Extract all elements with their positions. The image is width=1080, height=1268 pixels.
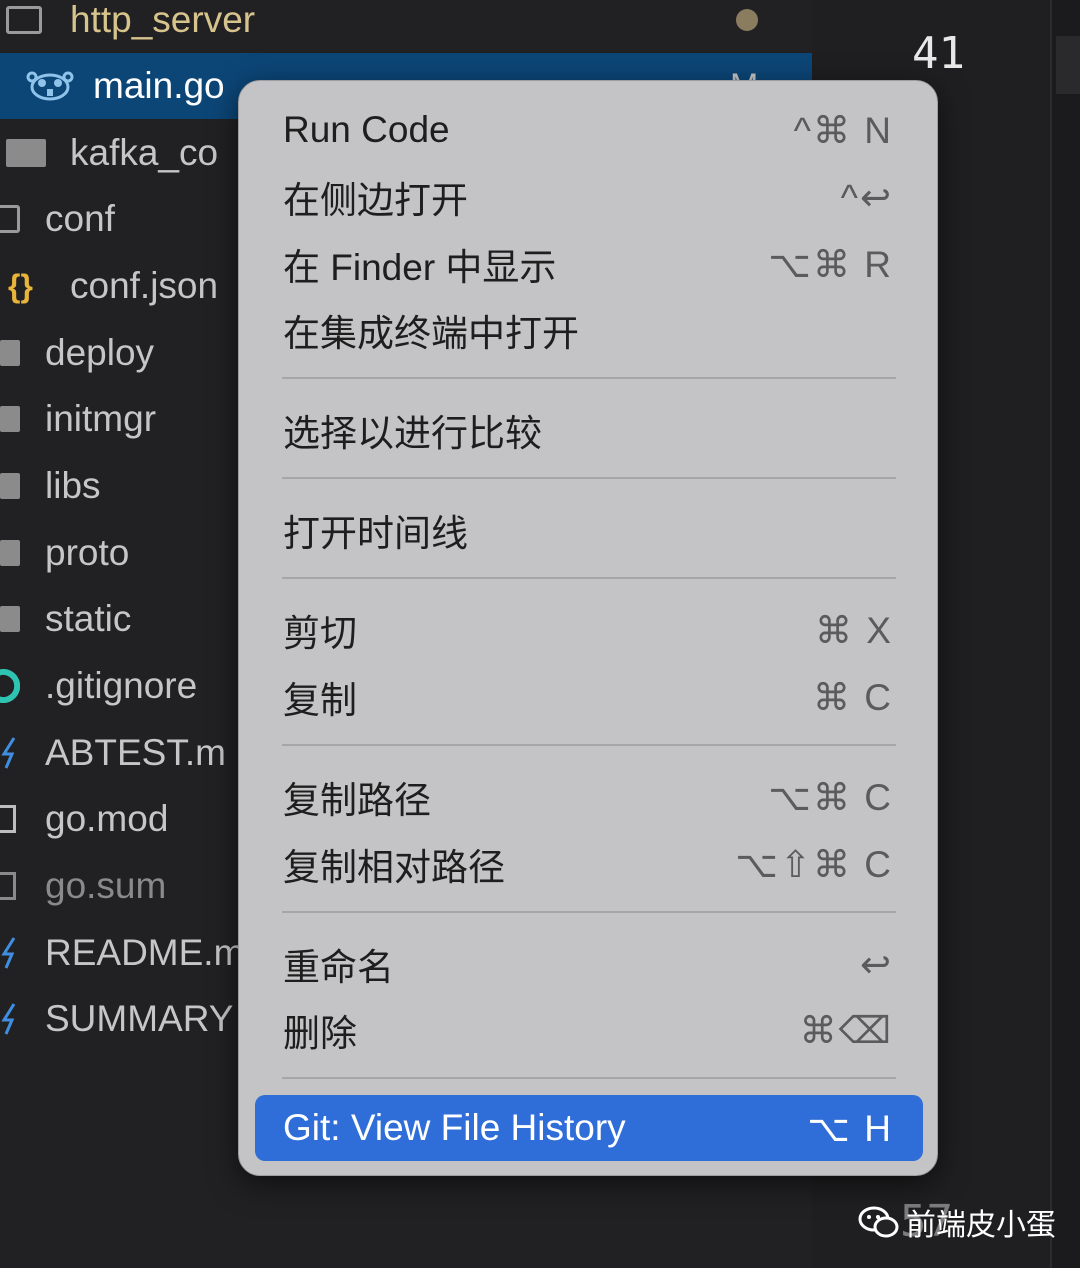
menu-item-label: 复制相对路径: [283, 847, 505, 888]
menu-item-shortcut: ⌘ X: [815, 609, 893, 651]
folder-icon: [0, 406, 20, 432]
tree-item-label: ABTEST.m: [45, 732, 226, 773]
folder-outline-icon: [6, 6, 42, 34]
file-icon: [0, 805, 16, 833]
tree-item-label: initmgr: [45, 398, 157, 439]
menu-item-open-to-side[interactable]: 在侧边打开 ^↩: [255, 164, 923, 230]
tree-item-label: http_server: [70, 0, 256, 40]
folder-icon: [0, 473, 20, 499]
menu-item-shortcut: ⌥⌘ R: [768, 243, 893, 285]
menu-item-copy-relative-path[interactable]: 复制相对路径 ⌥⇧⌘ C: [255, 831, 923, 897]
tree-item-label: .gitignore: [45, 665, 198, 706]
menu-item-shortcut: ^⌘ N: [793, 109, 893, 151]
menu-item-label: 剪切: [283, 613, 357, 654]
folder-outline-icon: [0, 205, 20, 233]
menu-item-label: Run Code: [283, 109, 450, 150]
folder-icon: [6, 139, 46, 167]
menu-item-label: 复制路径: [283, 780, 431, 821]
menu-item-cut[interactable]: 剪切 ⌘ X: [255, 597, 923, 663]
tree-item-label: SUMMARY: [45, 998, 234, 1039]
menu-item-select-for-compare[interactable]: 选择以进行比较: [255, 397, 923, 463]
menu-item-open-timeline[interactable]: 打开时间线: [255, 497, 923, 563]
watermark-text: 前端皮小蛋: [906, 1209, 1056, 1242]
menu-item-run-code[interactable]: Run Code ^⌘ N: [255, 97, 923, 163]
context-menu: Run Code ^⌘ N 在侧边打开 ^↩ 在 Finder 中显示 ⌥⌘ R…: [238, 80, 938, 1176]
menu-item-rename[interactable]: 重命名 ↩: [255, 931, 923, 997]
menu-item-shortcut: ↩: [859, 943, 893, 985]
menu-item-shortcut: ⌥⇧⌘ C: [735, 843, 893, 885]
tree-item-label: go.sum: [45, 865, 167, 906]
git-icon: [0, 669, 20, 703]
menu-item-shortcut: ⌥⌘ C: [768, 776, 893, 818]
menu-item-open-in-terminal[interactable]: 在集成终端中打开: [255, 297, 923, 363]
menu-separator: [282, 577, 896, 579]
tree-item-label: static: [45, 598, 132, 639]
tree-item-label: conf: [45, 198, 115, 239]
markdown-icon: [0, 936, 20, 970]
editor-area[interactable]: [1050, 0, 1080, 1268]
watermark: 前端皮小蛋: [858, 1200, 1056, 1244]
menu-item-git-view-file-history[interactable]: Git: View File History ⌥ H: [255, 1095, 923, 1161]
menu-item-label: 在集成终端中打开: [283, 313, 579, 354]
menu-item-copy-path[interactable]: 复制路径 ⌥⌘ C: [255, 764, 923, 830]
menu-separator: [282, 1077, 896, 1079]
modified-dot-icon: [736, 9, 758, 31]
menu-item-label: 复制: [283, 680, 357, 721]
menu-item-copy[interactable]: 复制 ⌘ C: [255, 664, 923, 730]
current-line-highlight: [1056, 36, 1080, 94]
json-braces-icon: {}: [8, 267, 33, 304]
folder-icon: [0, 540, 20, 566]
menu-item-label: Git: View File History: [283, 1107, 626, 1148]
wechat-icon: [858, 1205, 899, 1239]
menu-item-reveal-in-finder[interactable]: 在 Finder 中显示 ⌥⌘ R: [255, 231, 923, 297]
tree-item-label: proto: [45, 532, 130, 573]
line-number: 41: [912, 28, 965, 79]
file-icon: [0, 872, 16, 900]
menu-item-shortcut: ⌘⌫: [799, 1009, 893, 1051]
markdown-icon: [0, 736, 20, 770]
menu-item-shortcut: ⌘ C: [813, 676, 893, 718]
menu-item-label: 重命名: [283, 947, 394, 988]
tree-item-label: README.m: [45, 932, 245, 973]
folder-icon: [0, 340, 20, 366]
menu-separator: [282, 911, 896, 913]
tree-item-label: conf.json: [70, 265, 219, 306]
gopher-icon: [26, 69, 74, 101]
tree-item-label: kafka_co: [70, 132, 219, 173]
menu-item-label: 选择以进行比较: [283, 413, 542, 454]
menu-separator: [282, 744, 896, 746]
menu-separator: [282, 477, 896, 479]
menu-item-shortcut: ^↩: [840, 176, 893, 218]
menu-item-shortcut: ⌥ H: [807, 1107, 893, 1149]
tree-item-label: libs: [45, 465, 101, 506]
tree-item-label: deploy: [45, 332, 155, 373]
menu-separator: [282, 377, 896, 379]
markdown-icon: [0, 1002, 20, 1036]
tree-item-http-server[interactable]: http_server: [0, 0, 812, 53]
tree-item-label: main.go: [93, 65, 225, 106]
menu-item-label: 删除: [283, 1013, 357, 1054]
menu-item-label: 在 Finder 中显示: [283, 247, 557, 288]
folder-icon: [0, 606, 20, 632]
tree-item-label: go.mod: [45, 798, 169, 839]
menu-item-label: 在侧边打开: [283, 180, 468, 221]
menu-item-delete[interactable]: 删除 ⌘⌫: [255, 997, 923, 1063]
menu-item-label: 打开时间线: [283, 513, 468, 554]
